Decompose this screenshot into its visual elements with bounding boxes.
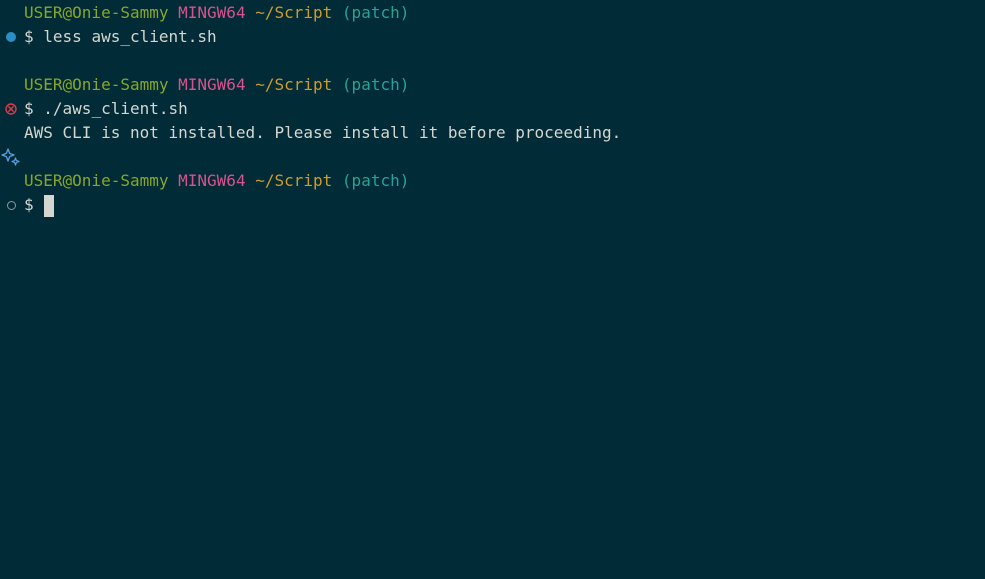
prompt-system: MINGW64 [178, 3, 246, 22]
prompt-path: ~/Script [255, 3, 333, 22]
prompt-user-host: USER@Onie-Sammy [24, 75, 169, 94]
prompt-system: MINGW64 [178, 171, 246, 190]
prompt-branch: (patch) [341, 3, 410, 22]
success-dot-icon[interactable] [0, 25, 22, 49]
sparkle-icon[interactable] [0, 145, 22, 169]
error-circle-icon[interactable] [0, 97, 22, 121]
command-line: $ less aws_client.sh [24, 25, 217, 49]
command-text: ./aws_client.sh [33, 99, 188, 118]
prompt-symbol: $ [24, 99, 34, 118]
prompt-line: USER@Onie-Sammy MINGW64 ~/Script (patch) [24, 1, 409, 25]
prompt-user-host: USER@Onie-Sammy [24, 3, 169, 22]
prompt-line: USER@Onie-Sammy MINGW64 ~/Script (patch) [24, 169, 409, 193]
command-line[interactable]: $ [24, 193, 55, 217]
prompt-user-host: USER@Onie-Sammy [24, 171, 169, 190]
prompt-path: ~/Script [255, 171, 333, 190]
prompt-symbol: $ [24, 27, 34, 46]
command-output: AWS CLI is not installed. Please install… [24, 123, 622, 142]
pending-circle-icon[interactable] [0, 193, 22, 217]
command-input[interactable] [34, 195, 44, 214]
prompt-branch: (patch) [341, 75, 410, 94]
prompt-branch: (patch) [341, 171, 410, 190]
prompt-system: MINGW64 [178, 75, 246, 94]
text-cursor [44, 194, 55, 217]
command-line: $ ./aws_client.sh [24, 97, 188, 121]
prompt-line: USER@Onie-Sammy MINGW64 ~/Script (patch) [24, 73, 409, 97]
terminal-window[interactable]: USER@Onie-Sammy MINGW64 ~/Script (patch)… [0, 0, 985, 579]
command-text: less aws_client.sh [33, 27, 217, 46]
prompt-symbol: $ [24, 195, 34, 214]
prompt-path: ~/Script [255, 75, 333, 94]
